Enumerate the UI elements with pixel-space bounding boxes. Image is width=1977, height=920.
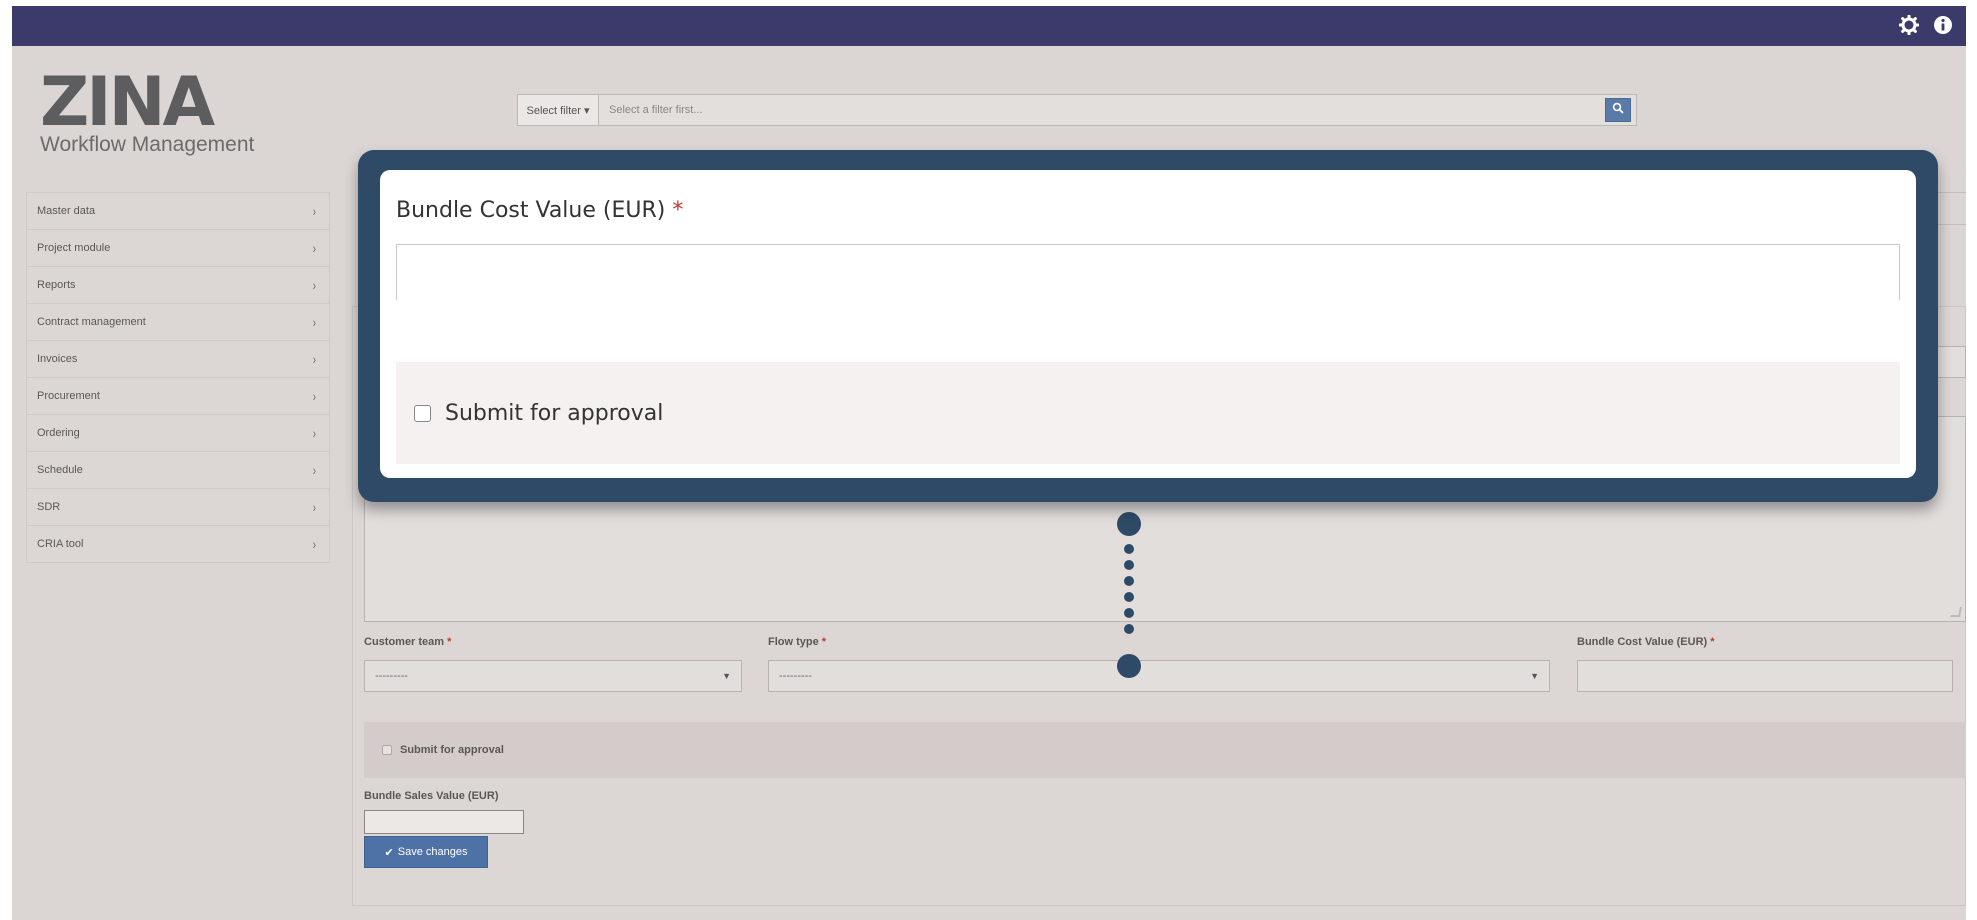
- customer-team-select[interactable]: --------- ▼: [364, 660, 742, 692]
- save-changes-button[interactable]: ✔ Save changes: [364, 836, 488, 868]
- sidebar-item-schedule[interactable]: Schedule ›: [26, 452, 330, 489]
- info-icon[interactable]: [1930, 12, 1956, 38]
- callout-submit-label: Submit for approval: [445, 400, 664, 426]
- sidebar-item-label: Invoices: [37, 353, 78, 365]
- submit-for-approval-row: Submit for approval: [364, 722, 1966, 778]
- app-background: ZINA Workflow Management Select filter ▾…: [12, 6, 1966, 920]
- chevron-right-icon: ›: [313, 462, 317, 478]
- checkmark-icon: ✔: [384, 846, 394, 859]
- sidebar-item-label: CRIA tool: [37, 538, 84, 550]
- callout-submit-row: Submit for approval: [396, 362, 1900, 464]
- chevron-right-icon: ›: [313, 351, 317, 367]
- sidebar-item-label: Master data: [37, 205, 96, 217]
- label-text: Customer team: [364, 636, 445, 648]
- callout-bundle-cost-label: Bundle Cost Value (EUR) *: [396, 198, 683, 223]
- flow-type-label: Flow type *: [768, 636, 826, 648]
- chevron-right-icon: ›: [313, 388, 317, 404]
- sidebar-item-label: Schedule: [37, 464, 83, 476]
- submit-for-approval-checkbox[interactable]: [382, 745, 392, 755]
- sidebar-item-procurement[interactable]: Procurement ›: [26, 378, 330, 415]
- chevron-right-icon: ›: [313, 499, 317, 515]
- sidebar-item-project-module[interactable]: Project module ›: [26, 230, 330, 267]
- chevron-right-icon: ›: [313, 425, 317, 441]
- dropdown-arrow-icon: ▼: [1530, 671, 1539, 681]
- sidebar-menu: Master data › Project module › Reports › Co…: [26, 192, 330, 563]
- bundle-sales-label: Bundle Sales Value (EUR): [364, 790, 499, 802]
- sidebar-item-reports[interactable]: Reports ›: [26, 267, 330, 304]
- required-mark: *: [672, 198, 684, 223]
- required-mark: *: [821, 636, 827, 648]
- sidebar-item-label: Project module: [37, 242, 111, 254]
- callout-bundle-cost-input[interactable]: [396, 244, 1900, 300]
- bundle-cost-label: Bundle Cost Value (EUR) *: [1577, 636, 1715, 648]
- logo-wordmark: ZINA: [40, 63, 215, 142]
- top-bar: [12, 6, 1966, 46]
- sidebar-item-label: Procurement: [37, 390, 100, 402]
- resize-handle-icon[interactable]: [1950, 607, 1962, 617]
- sidebar-item-label: Ordering: [37, 427, 80, 439]
- zoom-callout-content: Bundle Cost Value (EUR) * Submit for app…: [380, 170, 1916, 478]
- bundle-cost-input[interactable]: [1577, 660, 1953, 692]
- select-value: ---------: [375, 670, 408, 682]
- sidebar-item-sdr[interactable]: SDR ›: [26, 489, 330, 526]
- filter-input[interactable]: [599, 94, 1637, 126]
- gear-icon[interactable]: [1896, 12, 1922, 38]
- callout-submit-checkbox[interactable]: [414, 404, 431, 422]
- chevron-right-icon: ›: [313, 314, 317, 330]
- required-mark: *: [447, 636, 452, 648]
- dropdown-arrow-icon: ▼: [722, 671, 731, 681]
- sidebar-item-cria-tool[interactable]: CRIA tool ›: [26, 526, 330, 563]
- sidebar-item-invoices[interactable]: Invoices ›: [26, 341, 330, 378]
- label-text: Bundle Cost Value (EUR): [1577, 636, 1708, 648]
- required-mark: *: [1710, 636, 1715, 648]
- chevron-right-icon: ›: [313, 277, 317, 293]
- label-text: Bundle Cost Value (EUR): [396, 198, 666, 223]
- bundle-sales-input[interactable]: [364, 810, 524, 834]
- sidebar-item-label: Reports: [37, 279, 76, 291]
- callout-connector: [1117, 512, 1141, 678]
- sidebar-item-label: SDR: [37, 501, 61, 513]
- logo-tagline: Workflow Management: [40, 133, 255, 156]
- sidebar-item-ordering[interactable]: Ordering ›: [26, 415, 330, 452]
- search-button[interactable]: [1605, 98, 1631, 122]
- save-changes-label: Save changes: [397, 846, 468, 858]
- chevron-right-icon: ›: [313, 240, 317, 256]
- top-bar-icons: [1896, 12, 1956, 38]
- submit-for-approval-label: Submit for approval: [400, 744, 504, 756]
- logo: ZINA Workflow Management: [40, 63, 270, 162]
- sidebar-item-label: Contract management: [37, 316, 146, 328]
- sidebar-item-master-data[interactable]: Master data ›: [26, 193, 330, 230]
- filter-select-dropdown[interactable]: Select filter ▾: [517, 94, 599, 126]
- label-text: Flow type: [768, 636, 819, 648]
- sidebar-item-contract-management[interactable]: Contract management ›: [26, 304, 330, 341]
- customer-team-label: Customer team *: [364, 636, 451, 648]
- chevron-right-icon: ›: [313, 203, 317, 219]
- flow-type-select[interactable]: --------- ▼: [768, 660, 1550, 692]
- search-icon: [1612, 101, 1624, 119]
- filter-bar: Select filter ▾: [517, 94, 1637, 126]
- select-value: ---------: [779, 670, 812, 682]
- zoom-callout: Bundle Cost Value (EUR) * Submit for app…: [358, 150, 1938, 502]
- chevron-right-icon: ›: [313, 536, 317, 552]
